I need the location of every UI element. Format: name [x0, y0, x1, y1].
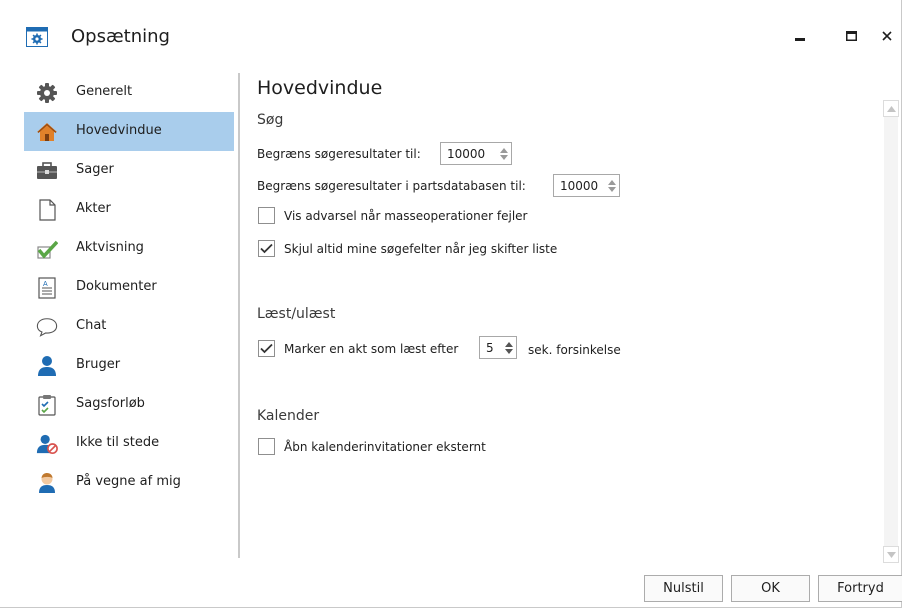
checkmark-icon — [260, 343, 273, 354]
calendar-external-checkbox[interactable] — [258, 438, 275, 455]
stepper-arrows-icon[interactable] — [497, 143, 511, 164]
scroll-up-button[interactable] — [883, 100, 899, 117]
sidebar-item-label: Chat — [76, 318, 107, 333]
svg-text:A: A — [43, 281, 48, 288]
briefcase-icon — [36, 160, 58, 182]
sidebar-item-label: Hovedvindue — [76, 123, 162, 138]
settings-window: Opsætning Generelt Hovedvindue Sager Akt… — [0, 0, 902, 608]
sidebar-item-sager[interactable]: Sager — [24, 151, 234, 190]
warn-mass-ops-row[interactable]: Vis advarsel når masseoperationer fejler — [258, 207, 527, 224]
mark-read-row[interactable]: Marker en akt som læst efter — [258, 340, 458, 357]
stepper-arrows-icon[interactable] — [502, 337, 516, 358]
sidebar-item-label: Akter — [76, 201, 111, 216]
vertical-scrollbar[interactable] — [884, 117, 898, 546]
mark-read-delay-value: 5 — [486, 340, 494, 355]
sidebar-item-generelt[interactable]: Generelt — [24, 73, 234, 112]
sidebar-item-label: Aktvisning — [76, 240, 144, 255]
settings-sidebar: Generelt Hovedvindue Sager Akter Aktvisn… — [24, 73, 234, 502]
reset-button[interactable]: Nulstil — [644, 575, 723, 602]
calendar-external-row[interactable]: Åbn kalenderinvitationer eksternt — [258, 438, 486, 455]
scroll-down-button[interactable] — [883, 546, 899, 563]
sidebar-item-label: Sagsforløb — [76, 396, 145, 411]
sidebar-item-chat[interactable]: Chat — [24, 307, 234, 346]
delay-suffix-label: sek. forsinkelse — [528, 343, 621, 357]
close-button[interactable] — [872, 20, 902, 50]
window-title: Opsætning — [71, 26, 170, 47]
ok-button[interactable]: OK — [731, 575, 810, 602]
party-limit-value: 10000 — [560, 178, 599, 193]
sidebar-item-sagsforloeb[interactable]: Sagsforløb — [24, 385, 234, 424]
page-title: Hovedvindue — [257, 77, 383, 99]
hide-search-fields-label: Skjul altid mine søgefelter når jeg skif… — [284, 241, 558, 256]
home-icon — [36, 121, 58, 143]
mark-read-delay-stepper[interactable]: 5 — [479, 336, 517, 359]
gear-icon — [36, 82, 58, 104]
clipboard-check-icon — [36, 394, 58, 416]
close-icon — [882, 26, 892, 45]
sidebar-item-label: Sager — [76, 162, 114, 177]
sidebar-item-dokumenter[interactable]: A Dokumenter — [24, 268, 234, 307]
sidebar-item-bruger[interactable]: Bruger — [24, 346, 234, 385]
user-icon — [36, 355, 58, 377]
stepper-arrows-icon[interactable] — [605, 175, 619, 196]
user-unavailable-icon — [36, 433, 58, 455]
user-avatar-icon — [36, 472, 58, 494]
calendar-external-label: Åbn kalenderinvitationer eksternt — [284, 439, 486, 454]
blank-page-icon — [36, 199, 58, 221]
search-limit-value: 10000 — [447, 146, 486, 161]
minimize-button[interactable] — [785, 20, 815, 50]
mark-read-label: Marker en akt som læst efter — [284, 341, 459, 356]
party-limit-label: Begræns søgeresultater i partsdatabasen … — [257, 179, 526, 193]
sidebar-item-aktvisning[interactable]: Aktvisning — [24, 229, 234, 268]
mark-read-checkbox[interactable] — [258, 340, 275, 357]
search-limit-label: Begræns søgeresultater til: — [257, 147, 421, 161]
sidebar-item-akter[interactable]: Akter — [24, 190, 234, 229]
search-limit-stepper[interactable]: 10000 — [440, 142, 512, 165]
title-bar: Opsætning — [0, 0, 902, 70]
section-read-heading: Læst/ulæst — [257, 306, 336, 322]
checkmark-icon — [36, 238, 58, 260]
arrow-up-icon — [886, 105, 896, 112]
maximize-icon — [845, 26, 857, 45]
section-calendar-heading: Kalender — [257, 408, 320, 424]
hide-search-fields-row[interactable]: Skjul altid mine søgefelter når jeg skif… — [258, 240, 557, 257]
checkmark-icon — [260, 243, 273, 254]
sidebar-item-label: På vegne af mig — [76, 474, 181, 489]
party-limit-stepper[interactable]: 10000 — [553, 174, 620, 197]
minimize-icon — [795, 26, 805, 45]
arrow-down-icon — [886, 551, 896, 558]
sidebar-item-ikke-til-stede[interactable]: Ikke til stede — [24, 424, 234, 463]
sidebar-item-label: Generelt — [76, 84, 133, 99]
sidebar-divider — [238, 73, 240, 558]
maximize-button[interactable] — [836, 20, 866, 50]
sidebar-item-paa-vegne-af-mig[interactable]: På vegne af mig — [24, 463, 234, 502]
document-icon: A — [36, 277, 58, 299]
sidebar-item-label: Bruger — [76, 357, 121, 372]
hide-search-fields-checkbox[interactable] — [258, 240, 275, 257]
section-search-heading: Søg — [257, 112, 284, 128]
settings-window-icon — [26, 27, 48, 47]
sidebar-item-hovedvindue[interactable]: Hovedvindue — [24, 112, 234, 151]
sidebar-item-label: Ikke til stede — [76, 435, 160, 450]
cancel-button[interactable]: Fortryd — [818, 575, 902, 602]
sidebar-item-label: Dokumenter — [76, 279, 157, 294]
warn-mass-ops-label: Vis advarsel når masseoperationer fejler — [284, 208, 528, 223]
speech-bubble-icon — [36, 316, 58, 338]
warn-mass-ops-checkbox[interactable] — [258, 207, 275, 224]
